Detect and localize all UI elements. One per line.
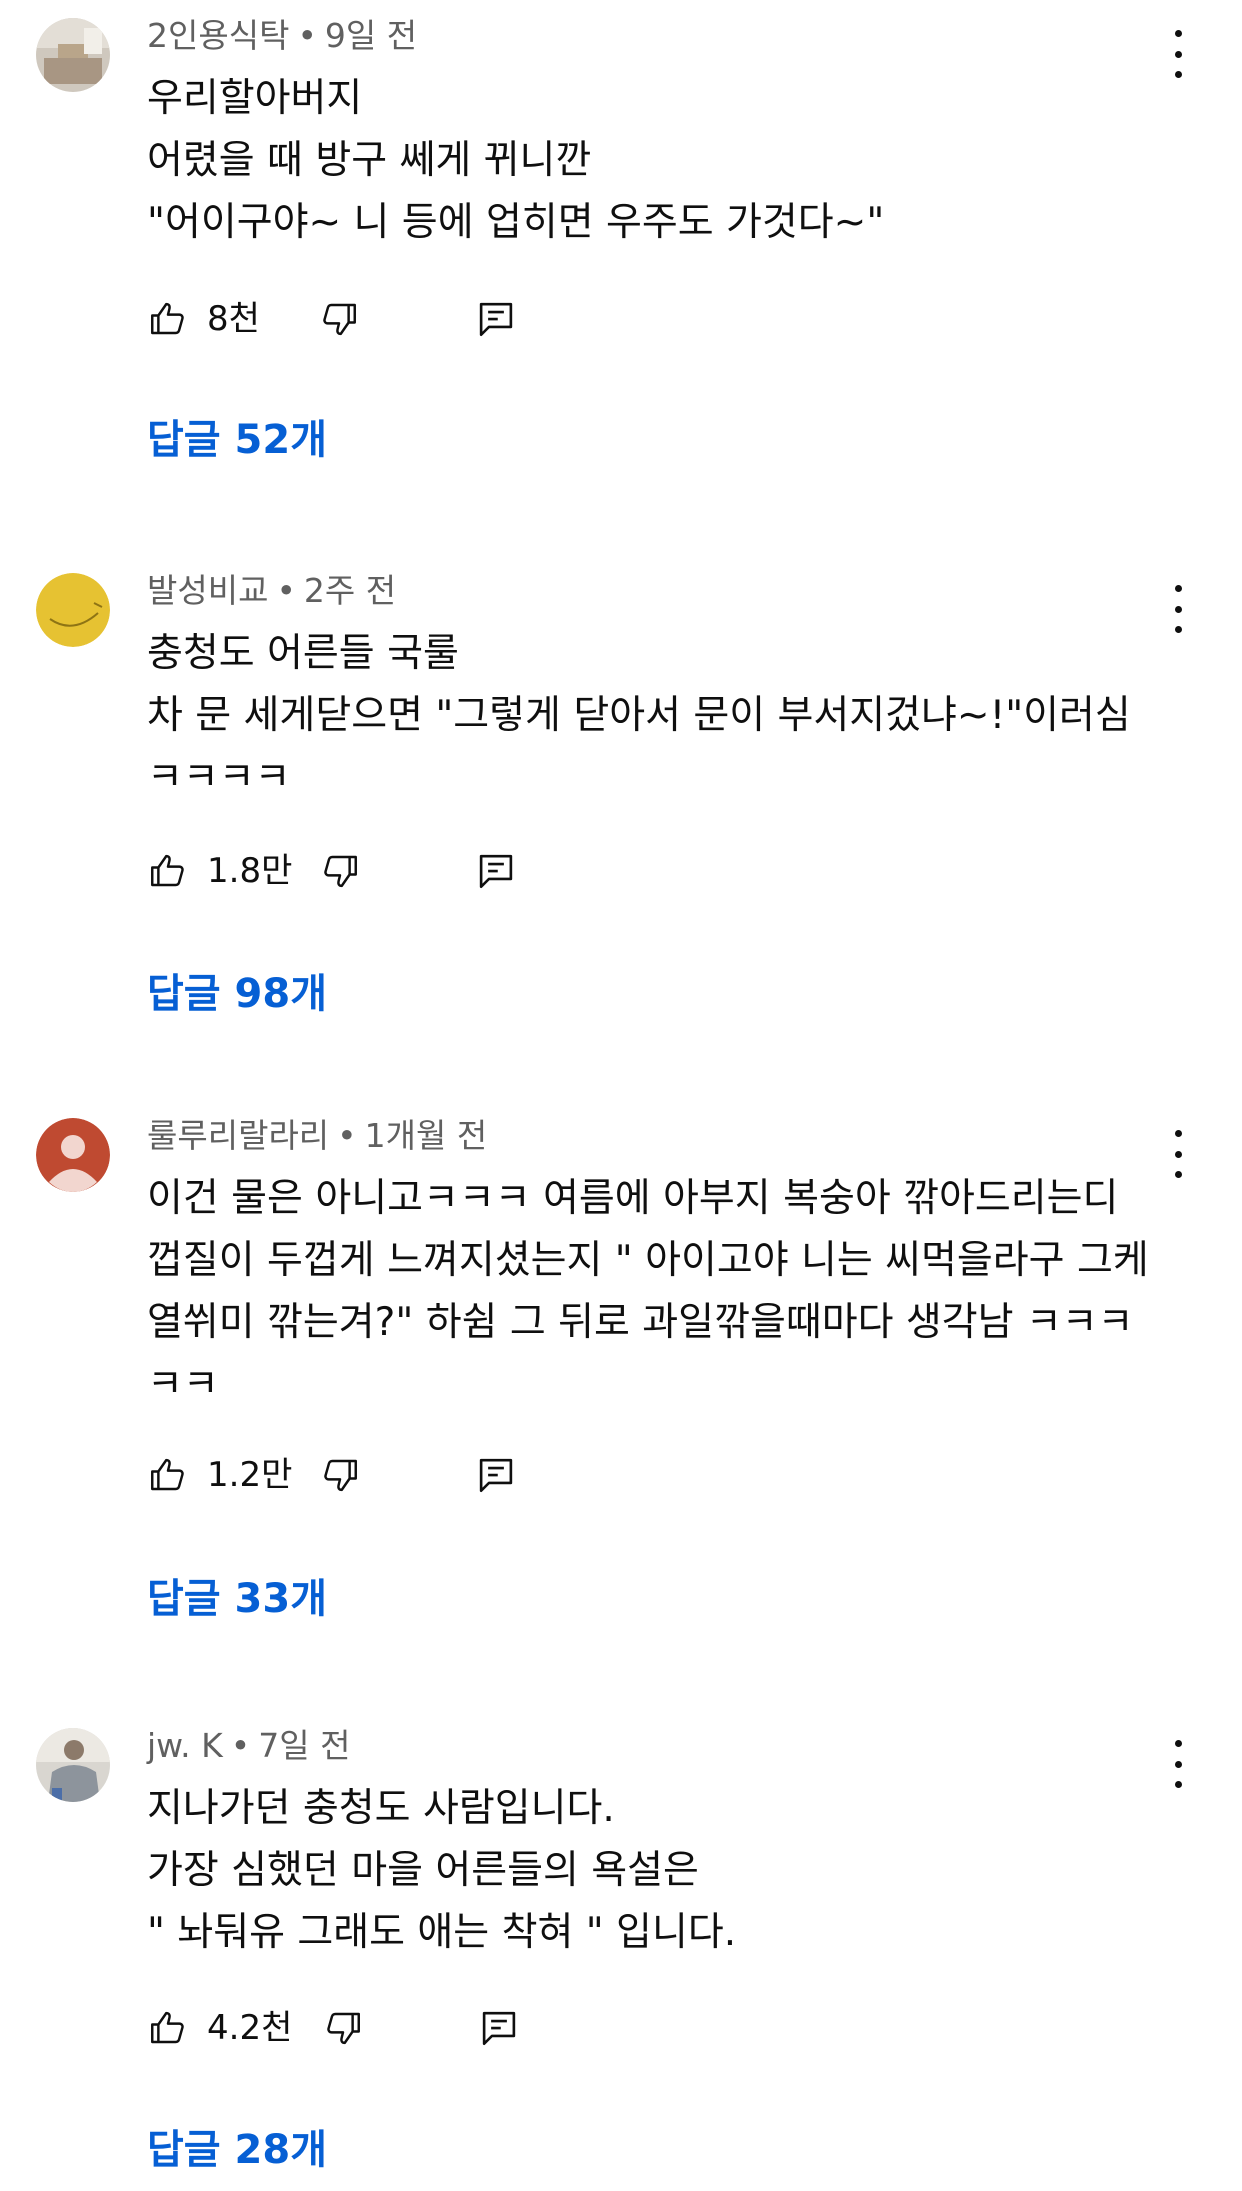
dislike-icon[interactable] — [319, 1454, 361, 1496]
comment-meta: jw. K • 7일 전 — [147, 1726, 350, 1766]
reply-icon[interactable] — [475, 298, 517, 340]
comment-item: 발성비교 • 2주 전 충청도 어른들 국룰 차 문 세게닫으면 "그렇게 닫아서 … — [0, 555, 1242, 1100]
comment-line: ㅋㅋㅋㅋ — [147, 755, 291, 800]
comment-time[interactable]: 2주 전 — [304, 571, 396, 610]
comment-line: 충청도 어른들 국룰 — [147, 631, 459, 676]
dislike-icon[interactable] — [319, 850, 361, 892]
meta-separator: • — [297, 16, 317, 55]
comment-actions: 1.2만 — [147, 1450, 547, 1500]
reply-icon[interactable] — [475, 850, 517, 892]
like-icon[interactable] — [147, 1454, 189, 1496]
comment-line: 이건 물은 아니고ㅋㅋㅋ 여름에 아부지 복숭아 깎아드리는디 — [147, 1176, 1119, 1221]
comment-time[interactable]: 1개월 전 — [365, 1116, 488, 1155]
comment-meta: 2인용식탁 • 9일 전 — [147, 16, 417, 56]
room-photo-avatar[interactable] — [36, 18, 110, 92]
meta-separator: • — [276, 571, 296, 610]
comment-actions: 1.8만 — [147, 846, 547, 896]
like-count: 1.2만 — [207, 1455, 293, 1495]
comment-line: 껍질이 두껍게 느껴지셨는지 " 아이고야 니는 씨먹을라구 그케 — [147, 1238, 1149, 1283]
replies-link[interactable]: 답글 52개 — [147, 415, 327, 465]
comment-text: 이건 물은 아니고ㅋㅋㅋ 여름에 아부지 복숭아 깎아드리는디 껍질이 두껍게 … — [147, 1168, 1187, 1416]
comment-line: 지나가던 충청도 사람입니다. — [147, 1786, 615, 1831]
dislike-icon[interactable] — [318, 298, 360, 340]
yellow-face-avatar[interactable] — [36, 573, 110, 647]
dislike-icon[interactable] — [322, 2007, 364, 2049]
comment-item: 룰루리랄라리 • 1개월 전 이건 물은 아니고ㅋㅋㅋ 여름에 아부지 복숭아 깎아… — [0, 1100, 1242, 1710]
like-count: 1.8만 — [207, 851, 293, 891]
author-name[interactable]: 발성비교 — [147, 571, 268, 610]
meta-separator: • — [230, 1726, 251, 1765]
comment-line: ㅋㅋ — [147, 1362, 219, 1407]
comment-time[interactable]: 9일 전 — [325, 16, 417, 55]
author-name[interactable]: jw. K — [147, 1726, 223, 1765]
comment-line: " 놔둬유 그래도 애는 착혀 " 입니다. — [147, 1910, 737, 1955]
reply-icon[interactable] — [475, 1454, 517, 1496]
like-icon[interactable] — [147, 850, 189, 892]
comment-text: 우리할아버지 어렸을 때 방구 쎄게 뀌니깐 "어이구야~ 니 등에 업히면 우… — [147, 68, 1187, 254]
comment-item: 2인용식탁 • 9일 전 우리할아버지 어렸을 때 방구 쎄게 뀌니깐 "어이구야~… — [0, 0, 1242, 555]
comment-line: "어이구야~ 니 등에 업히면 우주도 가것다~" — [147, 200, 885, 245]
comment-text: 충청도 어른들 국룰 차 문 세게닫으면 "그렇게 닫아서 문이 부서지겄냐~!… — [147, 623, 1187, 809]
author-name[interactable]: 룰루리랄라리 — [147, 1116, 329, 1155]
comment-line: 열쒸미 깎는겨?" 하쉼 그 뒤로 과일깎을때마다 생각남 ㅋㅋㅋ — [147, 1300, 1134, 1345]
comment-item: jw. K • 7일 전 지나가던 충청도 사람입니다. 가장 심했던 마을 어른들… — [0, 1710, 1242, 2191]
comment-line: 가장 심했던 마을 어른들의 욕설은 — [147, 1848, 699, 1893]
like-count: 8천 — [207, 299, 260, 339]
comment-text: 지나가던 충청도 사람입니다. 가장 심했던 마을 어른들의 욕설은 " 놔둬유… — [147, 1778, 1187, 1964]
comment-actions: 4.2천 — [147, 2003, 557, 2053]
comment-line: 우리할아버지 — [147, 76, 363, 121]
comment-time[interactable]: 7일 전 — [258, 1726, 350, 1765]
comment-line: 차 문 세게닫으면 "그렇게 닫아서 문이 부서지겄냐~!"이러심 — [147, 693, 1131, 738]
like-icon[interactable] — [147, 298, 189, 340]
comment-meta: 룰루리랄라리 • 1개월 전 — [147, 1116, 487, 1156]
comment-line: 어렸을 때 방구 쎄게 뀌니깐 — [147, 138, 592, 183]
meta-separator: • — [337, 1116, 357, 1155]
comment-actions: 8천 — [147, 294, 547, 344]
like-count: 4.2천 — [207, 2008, 293, 2048]
replies-link[interactable]: 답글 28개 — [147, 2125, 327, 2175]
like-icon[interactable] — [147, 2007, 189, 2049]
person-photo-avatar[interactable] — [36, 1728, 110, 1802]
replies-link[interactable]: 답글 33개 — [147, 1574, 327, 1624]
replies-link[interactable]: 답글 98개 — [147, 969, 327, 1019]
default-person-avatar[interactable] — [36, 1118, 110, 1192]
author-name[interactable]: 2인용식탁 — [147, 16, 289, 55]
comment-meta: 발성비교 • 2주 전 — [147, 571, 396, 611]
reply-icon[interactable] — [478, 2007, 520, 2049]
